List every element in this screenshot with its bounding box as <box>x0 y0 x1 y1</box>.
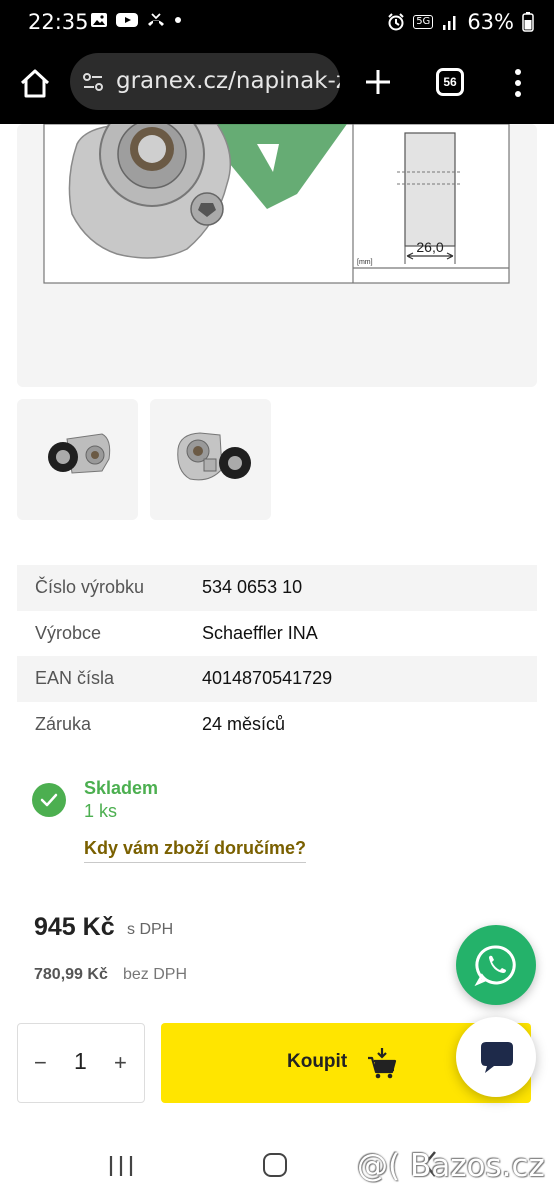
quantity-decrease-button[interactable]: − <box>34 1050 47 1076</box>
price-gross-label: s DPH <box>127 921 174 938</box>
youtube-icon <box>116 13 138 27</box>
spec-row: Záruka 24 měsíců <box>17 702 537 748</box>
spec-value: Schaeffler INA <box>202 622 318 643</box>
url-text: granex.cz/napinak-ze <box>116 68 340 94</box>
price-net-label: bez DPH <box>123 966 188 983</box>
battery-percent: 63% <box>467 10 514 34</box>
product-thumbnail-image <box>177 432 251 481</box>
spec-row: Číslo výrobku 534 0653 10 <box>17 565 537 611</box>
quantity-increase-button[interactable]: + <box>114 1050 127 1076</box>
spec-row: Výrobce Schaeffler INA <box>17 611 537 657</box>
spec-row: EAN čísla 4014870541729 <box>17 656 537 702</box>
alarm-icon <box>388 13 404 31</box>
watermark: @( Bazos.cz <box>357 1148 545 1184</box>
in-stock-check-icon <box>32 783 66 817</box>
browser-toolbar: granex.cz/napinak-ze 56 <box>0 44 554 124</box>
site-settings-icon[interactable] <box>82 71 104 93</box>
product-thumbnail-1[interactable] <box>17 399 138 520</box>
buy-button-label: Koupit <box>287 1051 348 1072</box>
cart-add-icon <box>368 1048 397 1079</box>
product-main-image[interactable]: 26,0 [mm] <box>17 124 537 387</box>
new-tab-icon[interactable] <box>362 66 394 98</box>
delivery-info-link[interactable]: Kdy vám zboží doručíme? <box>84 838 307 863</box>
product-drawing: 26,0 [mm] <box>43 124 510 284</box>
status-bar: 22:35 5G 63% <box>0 0 554 44</box>
quantity-stepper: − 1 + <box>17 1023 145 1103</box>
spec-label: Záruka <box>35 713 92 734</box>
dot-icon <box>175 17 181 23</box>
drawing-unit: [mm] <box>357 259 373 266</box>
tab-switcher-button[interactable]: 56 <box>436 68 464 96</box>
spec-value: 24 měsíců <box>202 713 286 734</box>
url-bar[interactable]: granex.cz/napinak-ze <box>70 53 340 110</box>
stock-quantity: 1 ks <box>84 801 118 821</box>
battery-icon <box>522 12 534 32</box>
price-net: 780,99 Kč <box>34 966 108 983</box>
notification-icons <box>90 12 182 28</box>
stock-status: Skladem <box>84 778 159 798</box>
status-time: 22:35 <box>28 10 89 34</box>
product-thumbnail-image <box>48 433 111 474</box>
spec-label: EAN čísla <box>35 668 115 689</box>
network-type: 5G <box>413 15 434 29</box>
system-icons: 5G 63% <box>387 10 534 34</box>
spec-label: Číslo výrobku <box>35 577 145 598</box>
spec-label: Výrobce <box>35 622 102 643</box>
drawing-dimension: 26,0 <box>416 239 443 255</box>
spec-value: 4014870541729 <box>202 668 333 689</box>
more-menu-icon[interactable] <box>508 66 528 100</box>
whatsapp-button[interactable] <box>456 925 536 1005</box>
recent-apps-icon[interactable] <box>108 1154 134 1178</box>
home-icon[interactable] <box>18 66 52 100</box>
home-nav-icon[interactable] <box>263 1153 287 1177</box>
chat-bubble-icon <box>481 1042 513 1073</box>
product-thumbnail-2[interactable] <box>150 399 271 520</box>
quantity-input[interactable]: 1 <box>74 1048 87 1075</box>
missed-call-icon <box>148 13 164 26</box>
spec-table: Číslo výrobku 534 0653 10 Výrobce Schaef… <box>17 565 537 747</box>
signal-icon <box>443 16 456 30</box>
whatsapp-icon <box>474 945 516 987</box>
chat-button[interactable] <box>456 1017 536 1097</box>
gallery-icon <box>91 13 107 27</box>
price-gross: 945 Kč <box>34 913 115 941</box>
spec-value: 534 0653 10 <box>202 577 303 598</box>
